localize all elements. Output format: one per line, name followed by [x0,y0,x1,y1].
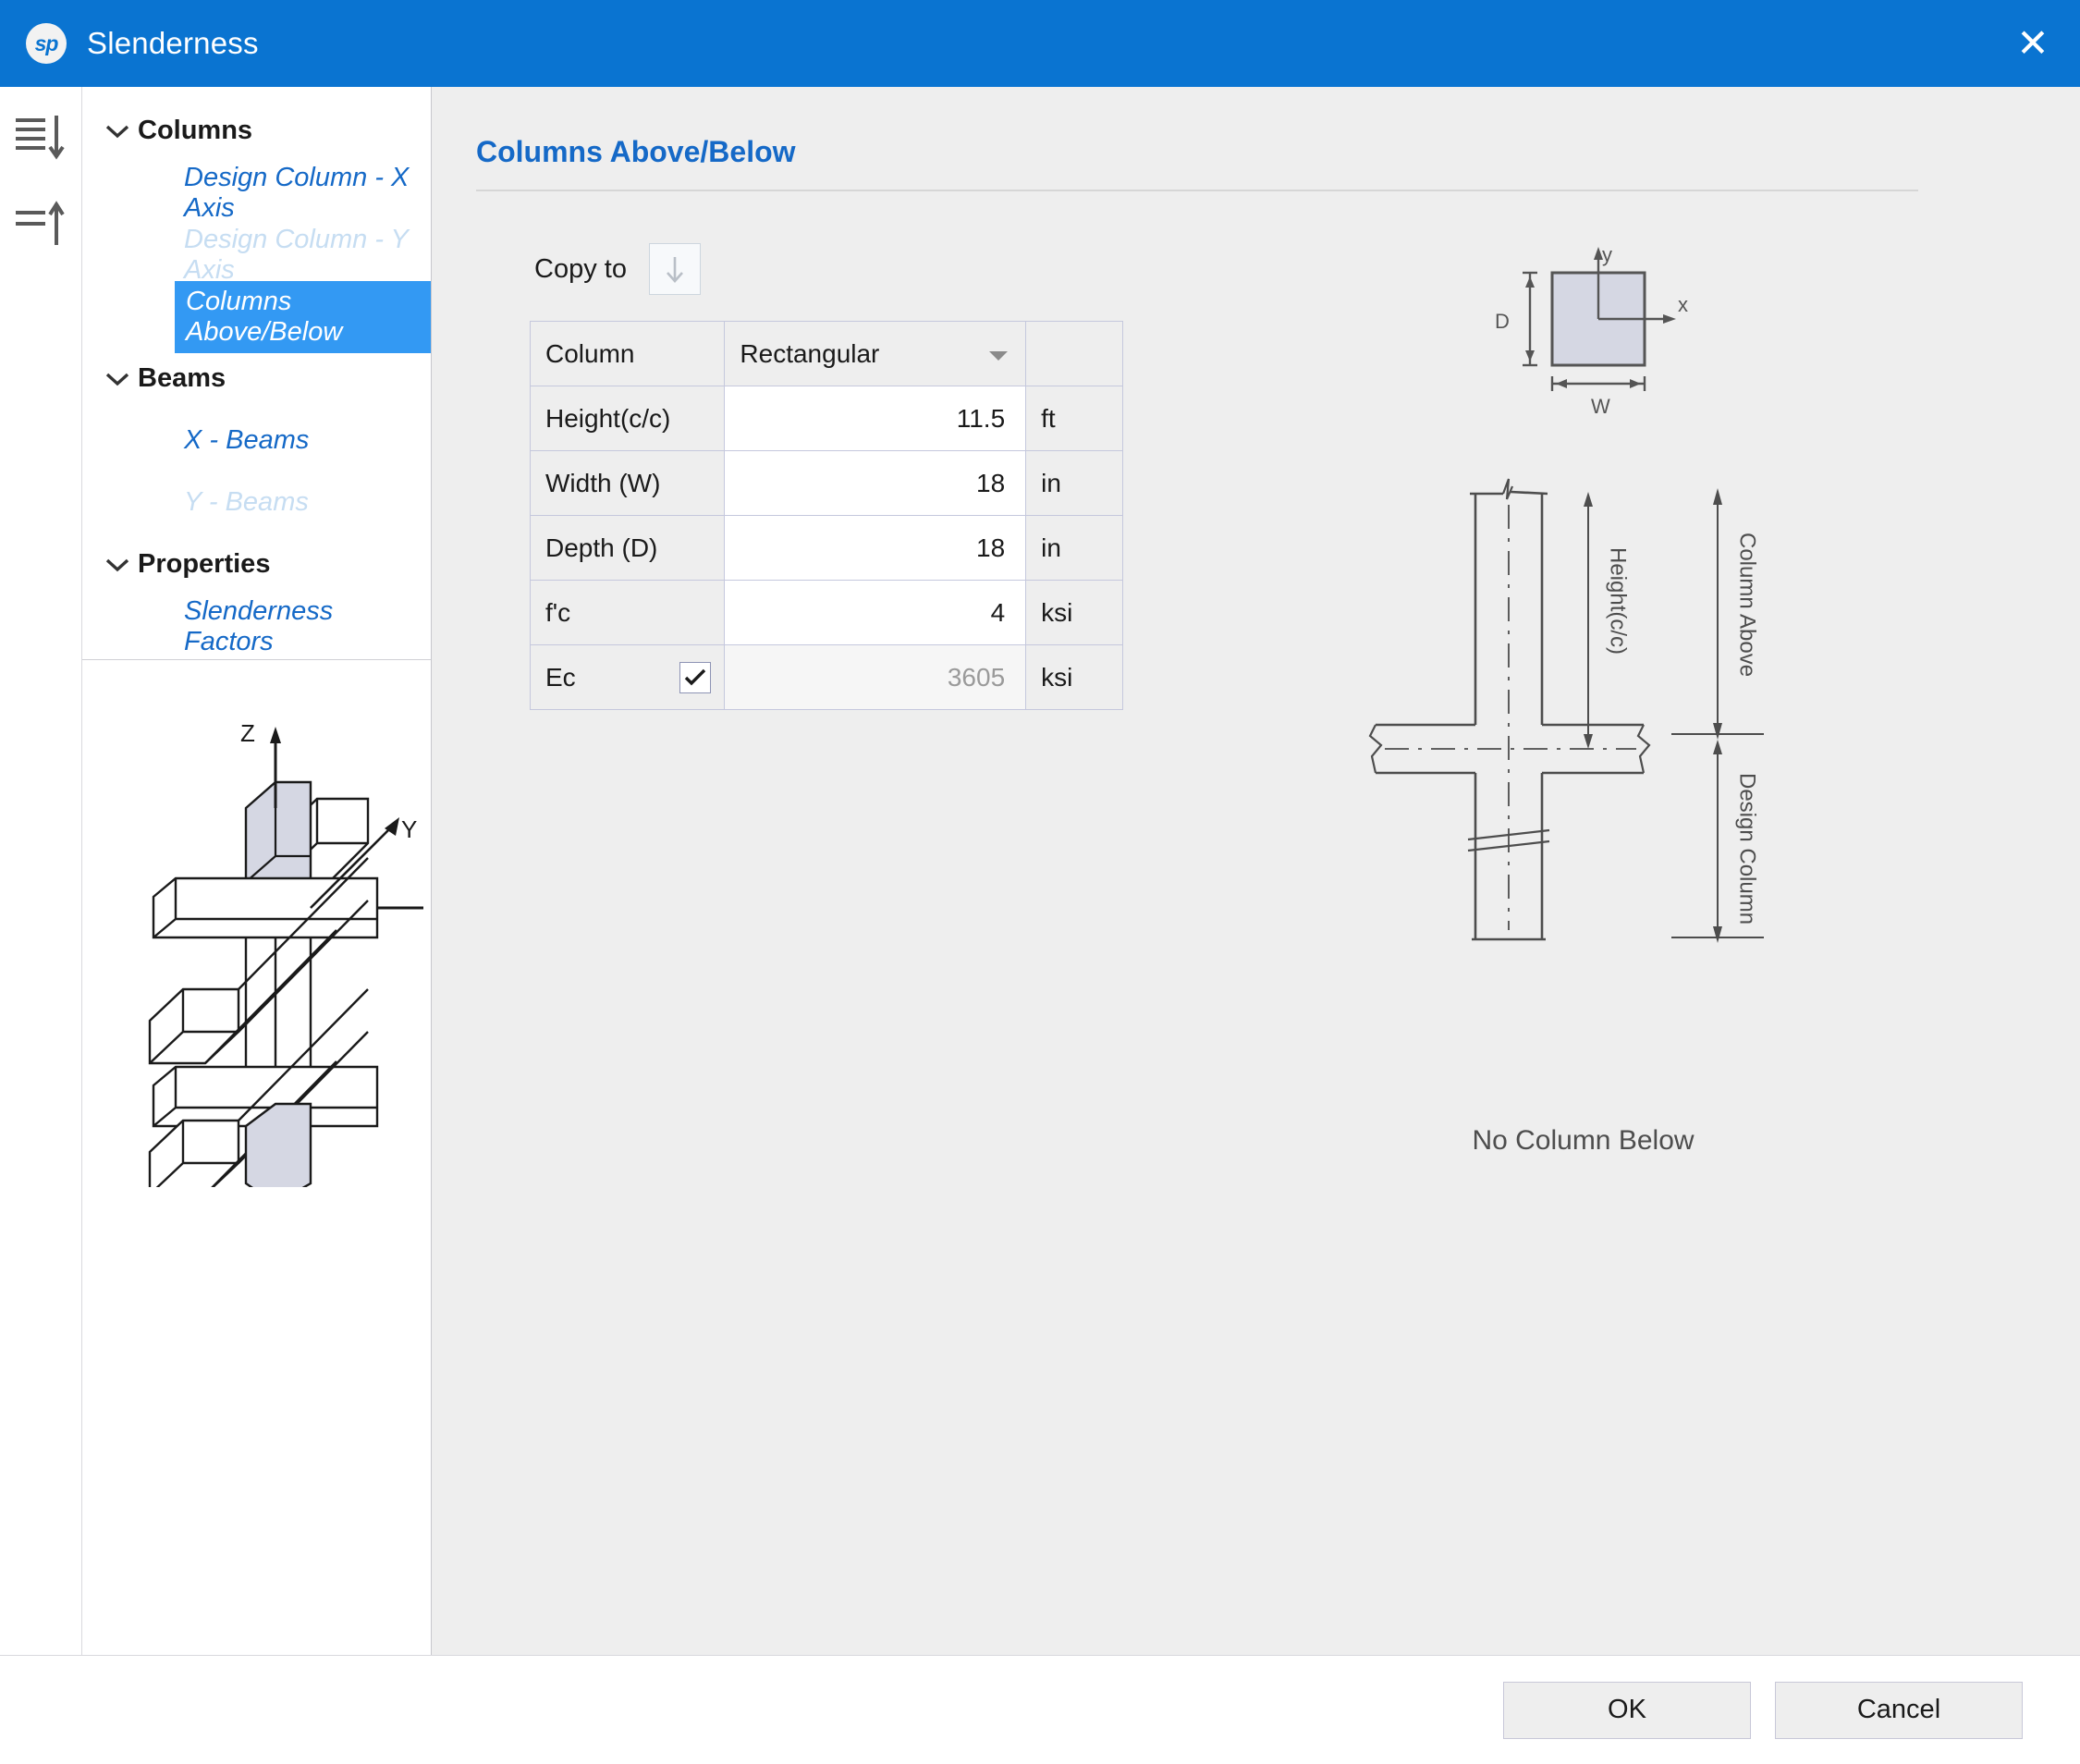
tree-group-label: Properties [138,549,271,579]
close-icon[interactable]: ✕ [2002,13,2063,74]
fc-input[interactable]: 4 [724,580,1027,645]
title-divider [476,190,1918,191]
depth-unit: in [1025,515,1123,581]
diagram-column: D W y x Height(c/c) Column Above Design … [1123,232,2043,1157]
table-row: f'c 4 ksi [529,580,1123,645]
tree-toolbar [0,87,82,1655]
form-column: Copy to Column Rectangular Height(c/c) 1… [476,232,1123,1157]
row-label-height: Height(c/c) [529,386,726,451]
title-bar: sp Slenderness ✕ [0,0,2080,87]
content-columns: Copy to Column Rectangular Height(c/c) 1… [476,232,2043,1157]
no-column-below-text: No Column Below [1472,1125,1695,1156]
app-logo-icon: sp [26,23,67,64]
shape-dropdown-value: Rectangular [740,338,880,368]
depth-input[interactable]: 18 [724,515,1027,581]
ec-unit: ksi [1025,644,1123,710]
section-width-label: W [1591,395,1610,418]
tree-group-properties[interactable]: Properties [82,533,431,595]
table-row: Width (W) 18 in [529,450,1123,516]
axis-label-y: Y [401,815,417,843]
row-label-depth: Depth (D) [529,515,726,581]
ec-input: 3605 [724,644,1027,710]
ec-label-text: Ec [545,662,576,692]
ec-auto-checkbox[interactable] [679,661,712,693]
table-row: Ec 3605 ksi [529,644,1123,710]
tree-item-label: Columns Above/Below [186,286,343,347]
row-label-ec: Ec [529,644,726,710]
collapse-all-icon[interactable] [12,194,69,251]
copy-to-row: Copy to [534,243,1123,295]
height-unit: ft [1025,386,1123,451]
tree-item-label: X - Beams [184,425,310,455]
elevation-height-label: Height(c/c) [1605,547,1630,655]
table-header-row: Column Rectangular [529,321,1123,386]
sidebar-item-columns-above-below[interactable]: Columns Above/Below [82,280,431,353]
table-header-unit [1025,321,1123,386]
row-label-fc: f'c [529,580,726,645]
table-row: Depth (D) 18 in [529,515,1123,581]
shape-dropdown[interactable]: Rectangular [724,321,1027,386]
tree-item-label: Slenderness Factors [184,595,334,656]
tree-group-label: Beams [138,363,226,393]
arrow-down-icon[interactable] [648,243,701,295]
sidebar-item-design-column-y-axis: Design Column - Y Axis [175,224,431,286]
tree-item-selection: Columns Above/Below [175,280,431,353]
main-panel: Columns Above/Below Copy to Column Recta… [432,87,2080,1655]
copy-to-label: Copy to [534,253,627,284]
navigation-panel: Columns Design Column - X Axis Design Co… [82,87,432,1655]
window-title: Slenderness [87,26,259,60]
chevron-down-icon[interactable] [97,372,138,386]
tree-group-label: Columns [138,116,253,145]
cross-section-diagram: D W y x [1463,241,1704,431]
expand-all-icon[interactable] [12,109,69,166]
sidebar-item-slenderness-factors[interactable]: Slenderness Factors [175,595,431,657]
chevron-down-icon[interactable] [988,339,1009,369]
table-header-label: Column [529,321,726,386]
sidebar-item-x-beams[interactable]: X - Beams [175,410,431,472]
section-axis-x-label: x [1678,293,1688,316]
dialog-footer: OK Cancel [0,1655,2080,1764]
cancel-button[interactable]: Cancel [1775,1681,2023,1739]
tree-group-beams[interactable]: Beams [82,348,431,410]
axis-label-z: Z [240,719,255,747]
elevation-design-column-label: Design Column [1734,773,1759,925]
navigation-tree: Columns Design Column - X Axis Design Co… [82,87,431,660]
sidebar-item-y-beams: Y - Beams [175,472,431,533]
height-input[interactable]: 11.5 [724,386,1027,451]
width-input[interactable]: 18 [724,450,1027,516]
elevation-diagram: Height(c/c) Column Above Design Column [1366,468,1801,1083]
section-axis-y-label: y [1602,243,1612,266]
elevation-column-above-label: Column Above [1734,533,1759,677]
tree-group-columns[interactable]: Columns [82,100,431,162]
chevron-down-icon[interactable] [97,124,138,139]
isometric-preview: Z Y X [82,660,431,1655]
section-depth-label: D [1495,310,1510,333]
slenderness-dialog: sp Slenderness ✕ Columns Design Column -… [0,0,2080,1764]
sidebar-item-design-column-x-axis[interactable]: Design Column - X Axis [175,162,431,224]
app-logo-text: sp [34,31,59,55]
ok-button[interactable]: OK [1503,1681,1751,1739]
page-title: Columns Above/Below [476,135,796,168]
row-label-width: Width (W) [529,450,726,516]
width-unit: in [1025,450,1123,516]
tree-item-label: Y - Beams [184,487,309,517]
chevron-down-icon[interactable] [97,557,138,572]
ec-label-wrap: Ec [545,661,724,693]
dialog-body: Columns Design Column - X Axis Design Co… [0,87,2080,1655]
table-row: Height(c/c) 11.5 ft [529,386,1123,451]
fc-unit: ksi [1025,580,1123,645]
column-properties-table: Column Rectangular Height(c/c) 11.5 ft W… [529,321,1123,710]
